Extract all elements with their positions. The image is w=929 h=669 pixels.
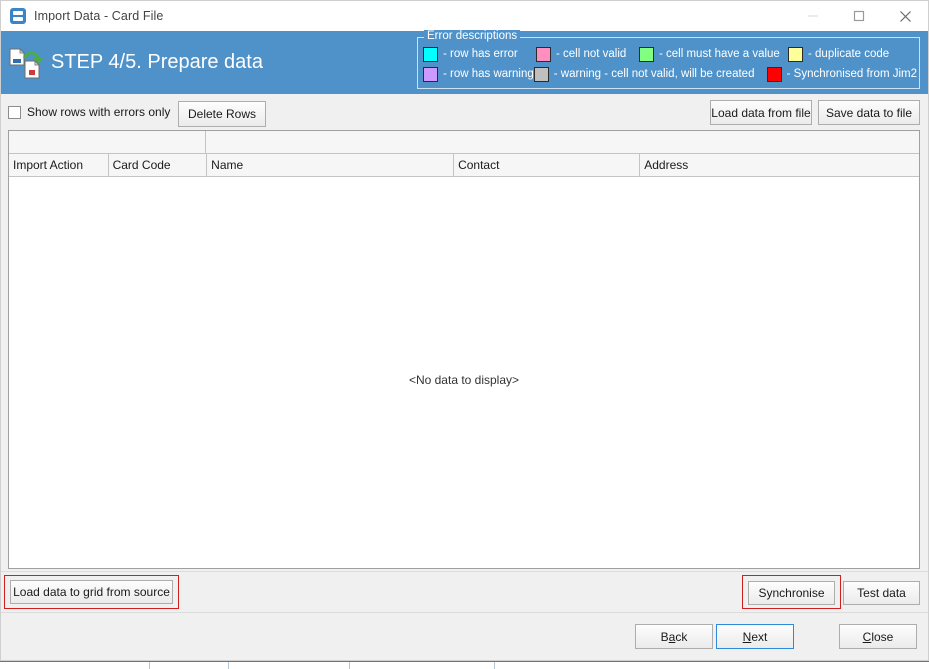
close-button[interactable]: Close [839, 624, 917, 649]
wizard-footer: Ba ck Next Close [1, 612, 928, 660]
window-title: Import Data - Card File [34, 9, 164, 23]
legend-swatch-cell-must-have-value [639, 46, 654, 62]
import-documents-icon [7, 44, 45, 82]
legend-label: - duplicate code [808, 48, 890, 60]
taskbar-segment[interactable] [150, 662, 230, 669]
save-data-to-file-button[interactable]: Save data to file [818, 100, 920, 125]
load-data-to-grid-from-source-button[interactable]: Load data to grid from source [10, 580, 173, 604]
legend-swatch-row-has-warning [423, 66, 438, 82]
grid-toolbar: Show rows with errors only Delete Rows L… [1, 94, 928, 130]
legend-label: - cell must have a value [659, 48, 780, 60]
grid-header-row: Import Action Card Code Name Contact Add… [9, 154, 919, 177]
legend-item: - cell not valid [536, 46, 639, 62]
back-label-mnemonic: a [668, 629, 676, 644]
back-button[interactable]: Ba ck [635, 624, 713, 649]
legend-item: - duplicate code [788, 46, 890, 62]
window-controls [790, 1, 928, 31]
legend-row: - row has error - cell not valid - cell … [423, 44, 917, 64]
taskbar-segment[interactable] [229, 662, 350, 669]
grid-column-header-import-action[interactable]: Import Action [9, 154, 109, 176]
close-label-post: lose [871, 629, 894, 644]
grid-column-header-address[interactable]: Address [640, 154, 919, 176]
close-label-mnemonic: C [862, 629, 872, 644]
show-rows-with-errors-only-checkbox[interactable]: Show rows with errors only [8, 105, 170, 119]
legend-item: - row has error [423, 46, 536, 62]
grid-group-cell[interactable] [206, 131, 919, 153]
legend-swatch-duplicate-code [788, 46, 803, 62]
legend-swatch-row-has-error [423, 46, 438, 62]
legend-label: - Synchronised from Jim2 [786, 68, 917, 80]
grid-empty-message: <No data to display> [408, 373, 520, 387]
checkbox-box[interactable] [8, 105, 21, 119]
grid-column-header-name[interactable]: Name [207, 154, 455, 176]
next-button[interactable]: Next [716, 624, 794, 649]
legend-label: - row has error [443, 48, 518, 60]
synchronise-button[interactable]: Synchronise [748, 581, 835, 605]
legend-swatch-synchronised-from-jim2 [766, 66, 782, 82]
legend-label: - row has warning [443, 68, 534, 80]
delete-rows-button[interactable]: Delete Rows [178, 101, 266, 127]
import-data-window: Import Data - Card File STEP 4/5. Prepar… [0, 0, 929, 661]
grid-group-header-row [9, 131, 919, 154]
data-grid[interactable]: Import Action Card Code Name Contact Add… [8, 130, 920, 569]
back-label-post: ck [675, 629, 688, 644]
legend-item: - row has warning [423, 66, 534, 82]
maximize-icon[interactable] [836, 1, 882, 31]
legend-label: - cell not valid [556, 48, 627, 60]
test-data-button[interactable]: Test data [843, 581, 920, 605]
grid-group-cell[interactable] [9, 131, 206, 153]
minimize-icon[interactable] [790, 1, 836, 31]
taskbar-segment[interactable] [495, 662, 929, 669]
show-rows-with-errors-only-label: Show rows with errors only [27, 105, 171, 119]
legend-swatch-warning-cell-not-valid [533, 66, 549, 82]
legend-title: Error descriptions [424, 30, 521, 42]
taskbar-segment[interactable] [350, 662, 495, 669]
taskbar-strip [0, 661, 929, 669]
title-bar: Import Data - Card File [1, 1, 928, 31]
next-label-mnemonic: N [742, 629, 752, 644]
data-grid-area: Import Action Card Code Name Contact Add… [8, 130, 921, 571]
grid-body[interactable]: <No data to display> [9, 177, 919, 568]
step-header-band: STEP 4/5. Prepare data Error description… [1, 30, 928, 94]
action-bar: Load data to grid from source Synchronis… [1, 571, 928, 612]
legend-item: - cell must have a value [639, 46, 788, 62]
step-title: STEP 4/5. Prepare data [51, 51, 263, 73]
legend-item: - warning - cell not valid, will be crea… [533, 66, 767, 82]
next-label-post: ext [751, 629, 768, 644]
load-data-from-file-button[interactable]: Load data from file [710, 100, 812, 125]
legend-row: - row has warning - warning - cell not v… [423, 64, 917, 84]
legend-item: - Synchronised from Jim2 [766, 66, 917, 82]
back-label-pre: B [660, 629, 669, 644]
taskbar-segment[interactable] [0, 662, 151, 669]
app-icon [10, 8, 26, 24]
grid-column-header-card-code[interactable]: Card Code [109, 154, 208, 176]
legend-swatch-cell-not-valid [536, 46, 551, 62]
error-descriptions-legend: Error descriptions - row has error - cel… [417, 30, 920, 89]
grid-column-header-contact[interactable]: Contact [454, 154, 641, 176]
legend-label: - warning - cell not valid, will be crea… [553, 68, 755, 80]
close-icon[interactable] [882, 1, 928, 31]
